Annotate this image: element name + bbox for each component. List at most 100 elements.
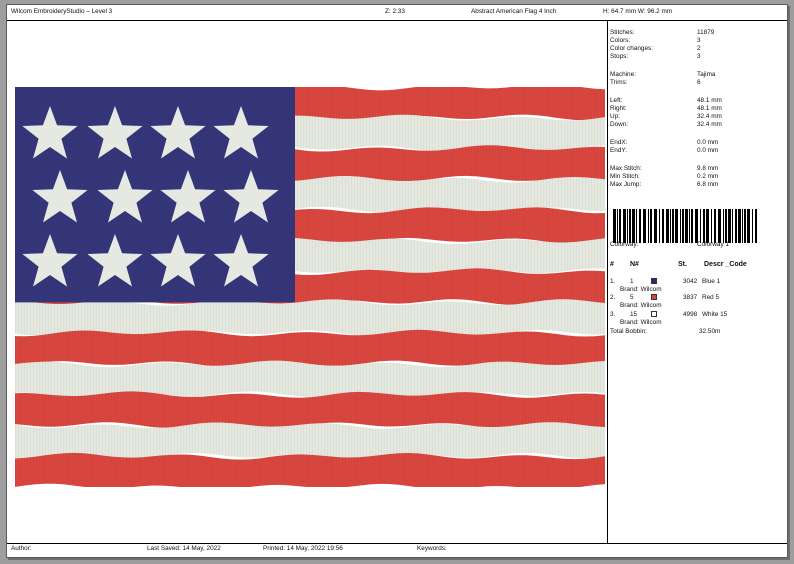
barcode-bar <box>629 209 631 243</box>
barcode-bar <box>700 209 701 243</box>
stat-value-down: 32.4 mm <box>697 121 722 128</box>
stat-label-endx: EndX: <box>610 139 628 146</box>
barcode-bar <box>643 209 646 243</box>
barcode-bar <box>672 209 674 243</box>
stat-label-min-stitch: Min Stitch: <box>610 173 640 180</box>
row-stitches: 4998 <box>683 311 698 318</box>
barcode-bar <box>619 209 621 243</box>
barcode-bar <box>670 209 671 243</box>
stat-value-colors: 3 <box>697 37 701 44</box>
barcode-bar <box>714 209 716 243</box>
colorway-label: Colorway: <box>610 241 639 248</box>
stat-label-up: Up: <box>610 113 620 120</box>
barcode-bar <box>650 209 652 243</box>
last-saved: Last Saved: 14 May, 2022 <box>147 545 221 552</box>
stripe-stitch-texture <box>15 391 605 429</box>
embroidery-design-preview <box>15 87 605 487</box>
stat-value-machine: Tajima <box>697 71 716 78</box>
col-header-descr: Descr _Code <box>704 261 747 268</box>
stat-label-stitches: Stitches: <box>610 29 635 36</box>
barcode-bar <box>682 209 684 243</box>
row-brand: Brand: Wilcom <box>620 319 662 326</box>
row-needle: 5 <box>630 294 634 301</box>
color-swatch-white <box>651 311 657 317</box>
stat-value-color-changes: 2 <box>697 45 701 52</box>
barcode-bar <box>689 209 690 243</box>
barcode-bar <box>666 209 669 243</box>
stripe-stitch-texture <box>15 422 605 460</box>
barcode-bar <box>742 209 743 243</box>
stat-label-endy: EndY: <box>610 147 628 154</box>
row-num: 3. <box>610 311 616 318</box>
printed-date: Printed: 14 May, 2022 19:56 <box>263 545 343 552</box>
print-preview-sheet: Wilcom EmbroideryStudio – Level 3 Z: 2:3… <box>6 4 788 558</box>
color-swatch-red <box>651 294 657 300</box>
total-bobbin-value: 32.50m <box>699 328 721 335</box>
barcode-bar <box>728 209 731 243</box>
barcode-bar <box>695 209 698 243</box>
row-descr: Red 5 <box>702 294 720 301</box>
stripe-stitch-texture <box>15 452 605 487</box>
row-stitches: 3837 <box>683 294 698 301</box>
row-descr: Blue 1 <box>702 278 721 285</box>
stat-value-stops: 3 <box>697 53 701 60</box>
stat-label-max-stitch: Max Stitch: <box>610 165 642 172</box>
stat-label-colors: Colors: <box>610 37 631 44</box>
row-needle: 1 <box>630 278 634 285</box>
barcode-bar <box>755 209 757 243</box>
stat-value-trims: 6 <box>697 79 701 86</box>
row-needle: 15 <box>630 311 638 318</box>
barcode-bar <box>691 209 693 243</box>
barcode-bar <box>685 209 688 243</box>
stat-label-left: Left: <box>610 97 623 104</box>
barcode-bar <box>706 209 709 243</box>
row-brand: Brand: Wilcom <box>620 286 662 293</box>
stat-value-up: 32.4 mm <box>697 113 722 120</box>
barcode-bar <box>623 209 626 243</box>
row-num: 2. <box>610 294 616 301</box>
app-title: Wilcom EmbroideryStudio – Level 3 <box>11 8 113 15</box>
stat-label-right: Right: <box>610 105 627 112</box>
header-divider <box>7 20 787 21</box>
barcode-bar <box>711 209 712 243</box>
stat-label-max-jump: Max Jump: <box>610 181 642 188</box>
stat-value-right: 48.1 mm <box>697 105 722 112</box>
stat-value-left: 48.1 mm <box>697 97 722 104</box>
col-header-needle: N# <box>630 261 639 268</box>
zoom-level: Z: 2:33 <box>385 8 405 15</box>
barcode-bar <box>735 209 737 243</box>
colorway-value: Colorway 1 <box>697 241 729 248</box>
barcode-bar <box>752 209 753 243</box>
row-descr: White 15 <box>702 311 728 318</box>
stat-label-down: Down: <box>610 121 629 128</box>
barcode-bar <box>617 209 618 243</box>
barcode-bar <box>738 209 741 243</box>
author-label: Author: <box>11 545 32 552</box>
stat-value-stitches: 11879 <box>697 29 715 36</box>
barcode-bar <box>744 209 746 243</box>
barcode-bar <box>747 209 750 243</box>
barcode-bar <box>613 209 616 243</box>
total-bobbin-label: Total Bobbin: <box>610 328 647 335</box>
barcode-bar <box>639 209 641 243</box>
stat-label-color-changes: Color changes: <box>610 45 653 52</box>
stat-value-endy: 0.0 mm <box>697 147 719 154</box>
col-header-num: # <box>610 261 614 268</box>
stripe-stitch-texture <box>15 299 605 337</box>
footer-divider <box>7 543 787 544</box>
stat-value-max-jump: 6.8 mm <box>697 181 719 188</box>
barcode <box>613 209 757 243</box>
stripe-stitch-texture <box>15 360 605 399</box>
color-swatch-blue <box>651 278 657 284</box>
design-name: Abstract American Flag 4 Inch <box>471 8 557 15</box>
barcode-bar <box>632 209 635 243</box>
stat-value-endx: 0.0 mm <box>697 139 719 146</box>
barcode-bar <box>636 209 637 243</box>
col-header-stitches: St. <box>678 261 687 268</box>
stat-value-min-stitch: 0.2 mm <box>697 173 719 180</box>
barcode-bar <box>703 209 705 243</box>
stat-label-trims: Trims: <box>610 79 628 86</box>
keywords-label: Keywords: <box>417 545 447 552</box>
barcode-bar <box>718 209 721 243</box>
design-dimensions: H: 64.7 mm W: 96.2 mm <box>603 8 673 15</box>
